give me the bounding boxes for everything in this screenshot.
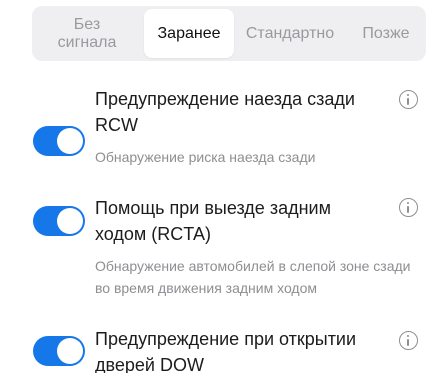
tab-early[interactable]: Заранее [144, 9, 234, 58]
dow-title: Предупреждение при открытии дверей DOW [95, 329, 357, 373]
rcta-description: Обнаружение автомобилей в слепой зоне сз… [95, 258, 411, 296]
info-icon[interactable] [399, 90, 418, 109]
toggle-knob [57, 208, 83, 234]
tab-no-signal[interactable]: Без сигнала [32, 6, 142, 61]
tab-standard[interactable]: Стандартно [234, 6, 346, 61]
tab-late[interactable]: Позже [346, 6, 426, 61]
rcw-title: Предупреждение наезда сзади RCW [95, 89, 355, 135]
info-icon[interactable] [399, 331, 418, 350]
rcw-description: Обнаружение риска наезда сзади [95, 149, 316, 165]
toggle-knob [57, 128, 83, 154]
info-icon[interactable] [399, 198, 418, 217]
rcta-toggle[interactable] [33, 206, 85, 236]
dow-toggle[interactable] [33, 336, 85, 366]
rcw-toggle[interactable] [33, 126, 85, 156]
sensitivity-segmented-control: Без сигнала Заранее Стандартно Позже [32, 6, 426, 61]
rcta-title: Помощь при выезде задним ходом (RCTA) [95, 198, 331, 244]
toggle-knob [57, 338, 83, 364]
